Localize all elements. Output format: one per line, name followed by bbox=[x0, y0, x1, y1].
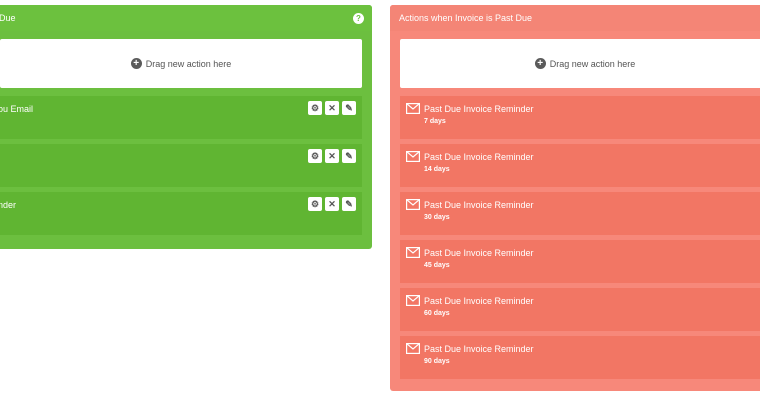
envelope-icon bbox=[406, 343, 420, 354]
reminder-action-item[interactable]: Past Due Invoice Reminder 7 days bbox=[400, 96, 760, 139]
envelope-icon bbox=[406, 151, 420, 162]
reminder-action-item[interactable]: Past Due Invoice Reminder 90 days bbox=[400, 336, 760, 379]
pencil-icon[interactable]: ✎ bbox=[342, 101, 356, 115]
plus-circle-icon: + bbox=[130, 58, 142, 69]
plus-circle-icon: + bbox=[534, 58, 546, 69]
reminder-action-item[interactable]: Past Due Invoice Reminder 45 days bbox=[400, 240, 760, 283]
invoice-past-due-panel: Actions when Invoice is Past Due + Drag … bbox=[390, 5, 760, 391]
gear-icon[interactable]: ⚙ bbox=[308, 149, 322, 163]
drag-action-dropzone[interactable]: + Drag new action here bbox=[0, 39, 362, 88]
close-icon[interactable]: ✕ bbox=[325, 197, 339, 211]
panel-header: Actions when Invoice is Past Due bbox=[390, 5, 760, 31]
reminder-action-item[interactable]: Past Due Invoice Reminder 60 days bbox=[400, 288, 760, 331]
action-label: nder bbox=[0, 200, 17, 210]
action-item[interactable]: ⚙ ✕ ✎ bbox=[0, 144, 362, 187]
action-label: Past Due Invoice Reminder bbox=[424, 344, 534, 354]
drag-action-dropzone[interactable]: + Drag new action here bbox=[400, 39, 760, 88]
action-delay: 14 days bbox=[424, 166, 450, 173]
dropzone-label: Drag new action here bbox=[549, 58, 636, 69]
envelope-icon bbox=[406, 103, 420, 114]
action-tools: ⚙ ✕ ✎ bbox=[308, 197, 356, 211]
action-label: Past Due Invoice Reminder bbox=[424, 104, 534, 114]
panel-title: Actions when Invoice is Past Due bbox=[399, 13, 533, 23]
dropzone-label: Drag new action here bbox=[145, 58, 232, 69]
action-delay: 60 days bbox=[424, 310, 450, 317]
action-label: Past Due Invoice Reminder bbox=[424, 296, 534, 306]
action-delay: 90 days bbox=[424, 358, 450, 365]
reminder-action-item[interactable]: Past Due Invoice Reminder 14 days bbox=[400, 144, 760, 187]
invoice-due-panel: s Due ? + Drag new action here ou Email … bbox=[0, 5, 372, 249]
action-label: Past Due Invoice Reminder bbox=[424, 200, 534, 210]
action-delay: 45 days bbox=[424, 262, 450, 269]
panel-header: s Due ? bbox=[0, 5, 372, 31]
action-label: Past Due Invoice Reminder bbox=[424, 248, 534, 258]
close-icon[interactable]: ✕ bbox=[325, 101, 339, 115]
action-delay: 7 days bbox=[424, 118, 446, 125]
pencil-icon[interactable]: ✎ bbox=[342, 197, 356, 211]
question-icon[interactable]: ? bbox=[353, 13, 364, 24]
close-icon[interactable]: ✕ bbox=[325, 149, 339, 163]
gear-icon[interactable]: ⚙ bbox=[308, 101, 322, 115]
envelope-icon bbox=[406, 247, 420, 258]
action-label: Past Due Invoice Reminder bbox=[424, 152, 534, 162]
action-item[interactable]: nder ⚙ ✕ ✎ bbox=[0, 192, 362, 235]
action-item[interactable]: ou Email ⚙ ✕ ✎ bbox=[0, 96, 362, 139]
panel-title: s Due bbox=[0, 13, 16, 23]
gear-icon[interactable]: ⚙ bbox=[308, 197, 322, 211]
envelope-icon bbox=[406, 199, 420, 210]
action-delay: 30 days bbox=[424, 214, 450, 221]
envelope-icon bbox=[406, 295, 420, 306]
reminder-action-item[interactable]: Past Due Invoice Reminder 30 days bbox=[400, 192, 760, 235]
action-label: ou Email bbox=[0, 104, 34, 114]
pencil-icon[interactable]: ✎ bbox=[342, 149, 356, 163]
action-tools: ⚙ ✕ ✎ bbox=[308, 149, 356, 163]
action-tools: ⚙ ✕ ✎ bbox=[308, 101, 356, 115]
